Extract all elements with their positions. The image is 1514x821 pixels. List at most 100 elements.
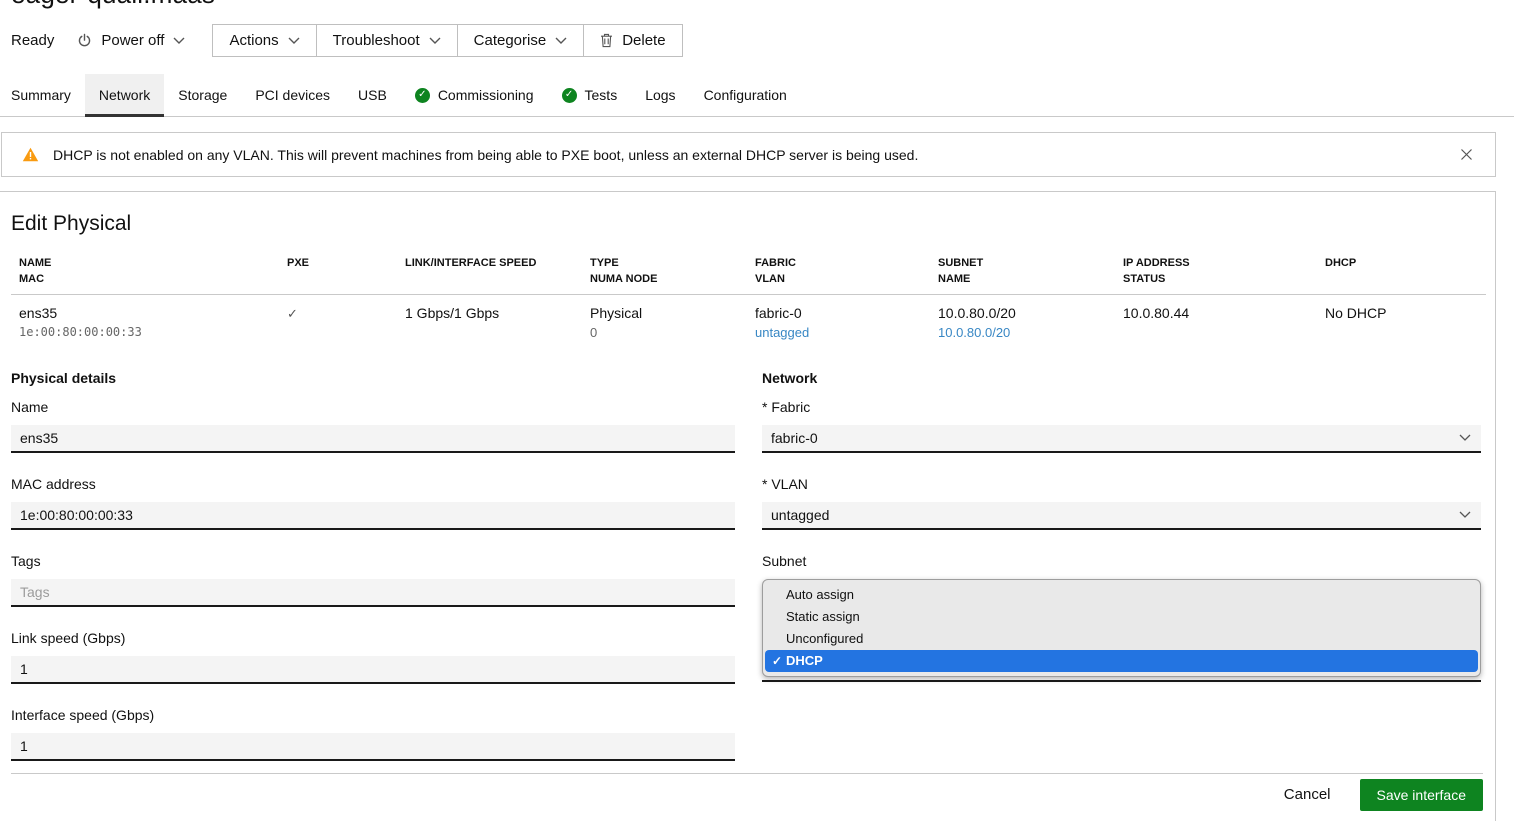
vlan-link[interactable]: untagged (755, 325, 922, 342)
machine-tabs: Summary Network Storage PCI devices USB … (0, 74, 1514, 117)
subnet-dropdown-popup: Auto assign Static assign Unconfigured ✓… (762, 579, 1481, 677)
tab-label: Logs (645, 87, 675, 103)
fabric-select[interactable]: fabric-0 (762, 425, 1481, 453)
subnet-select-underline (762, 680, 1481, 682)
table-header-row: NAMEMAC PXE LINK/INTERFACE SPEED TYPENUM… (11, 256, 1486, 294)
cell-ip: 10.0.80.44 (1115, 294, 1317, 352)
categorise-label: Categorise (474, 32, 547, 49)
link-speed-input[interactable] (11, 656, 735, 684)
machine-actions-group: Actions Troubleshoot Categorise Delete (212, 24, 682, 57)
chevron-down-icon (173, 37, 185, 44)
cell-subnet: 10.0.80.0/20 10.0.80.0/20 (930, 294, 1115, 352)
fabric-value: fabric-0 (771, 430, 818, 446)
machine-action-row: Ready Power off Actions Troubleshoot Cat… (11, 23, 1514, 57)
form-footer: Cancel Save interface (11, 773, 1483, 811)
actions-label: Actions (229, 32, 278, 49)
table-row: ens35 1e:00:80:00:00:33 ✓ 1 Gbps/1 Gbps … (11, 294, 1486, 352)
subnet-link[interactable]: 10.0.80.0/20 (938, 325, 1107, 342)
tab-label: Configuration (704, 87, 787, 103)
tab-usb[interactable]: USB (344, 74, 401, 117)
subnet-option-unconfigured[interactable]: Unconfigured (763, 628, 1480, 650)
power-menu-button[interactable]: Power off (77, 32, 185, 49)
power-label: Power off (101, 32, 164, 49)
name-input[interactable] (11, 425, 735, 453)
save-interface-button[interactable]: Save interface (1360, 779, 1484, 811)
tab-network[interactable]: Network (85, 74, 164, 117)
machine-status: Ready (11, 32, 54, 49)
cell-fabric-vlan: fabric-0 untagged (747, 294, 930, 352)
option-label: DHCP (786, 653, 823, 668)
chevron-down-icon (555, 37, 567, 44)
option-label: Auto assign (786, 587, 854, 602)
categorise-menu-button[interactable]: Categorise (457, 25, 584, 56)
trash-icon (600, 33, 613, 48)
tab-label: Storage (178, 87, 227, 103)
selected-check-icon: ✓ (772, 654, 782, 668)
chevron-down-icon (1459, 434, 1471, 441)
subnet-option-auto-assign[interactable]: Auto assign (763, 584, 1480, 606)
page-header: eager-quail.maas (0, 0, 1514, 10)
tab-storage[interactable]: Storage (164, 74, 241, 117)
tab-tests[interactable]: ✓ Tests (548, 74, 632, 117)
tab-label: Tests (585, 87, 618, 103)
iface-name: ens35 (19, 304, 271, 322)
actions-menu-button[interactable]: Actions (213, 25, 315, 56)
close-icon[interactable] (1458, 146, 1475, 163)
subnet-option-dhcp[interactable]: ✓ DHCP (765, 650, 1478, 672)
tab-label: PCI devices (255, 87, 330, 103)
cell-type-numa: Physical 0 (582, 294, 747, 352)
cancel-button[interactable]: Cancel (1266, 780, 1349, 809)
col-dhcp: DHCP (1317, 256, 1486, 294)
link-speed-label: Link speed (Gbps) (11, 630, 735, 647)
cell-speed: 1 Gbps/1 Gbps (397, 294, 582, 352)
col-ip-status: IP ADDRESSSTATUS (1115, 256, 1317, 294)
panel-title: Edit Physical (11, 212, 1495, 236)
subnet-option-static-assign[interactable]: Static assign (763, 606, 1480, 628)
tags-field: Tags (11, 553, 735, 607)
col-subnet-name: SUBNETNAME (930, 256, 1115, 294)
mac-label: MAC address (11, 476, 735, 493)
link-speed-field: Link speed (Gbps) (11, 630, 735, 684)
col-speed: LINK/INTERFACE SPEED (397, 256, 582, 294)
option-label: Unconfigured (786, 631, 863, 646)
subnet-label: Subnet (762, 553, 1481, 570)
interface-speed-label: Interface speed (Gbps) (11, 707, 735, 724)
warning-message: DHCP is not enabled on any VLAN. This wi… (53, 147, 918, 163)
interface-speed-field: Interface speed (Gbps) (11, 707, 735, 761)
col-pxe: PXE (279, 256, 397, 294)
delete-button[interactable]: Delete (583, 25, 681, 56)
tab-label: Summary (11, 87, 71, 103)
vlan-field: * VLAN untagged (762, 476, 1481, 530)
pxe-check-icon: ✓ (287, 306, 298, 321)
cell-name-mac: ens35 1e:00:80:00:00:33 (11, 294, 279, 352)
vlan-select[interactable]: untagged (762, 502, 1481, 530)
chevron-down-icon (288, 37, 300, 44)
tab-commissioning[interactable]: ✓ Commissioning (401, 74, 548, 117)
interface-speed-input[interactable] (11, 733, 735, 761)
tab-configuration[interactable]: Configuration (690, 74, 801, 117)
tab-logs[interactable]: Logs (631, 74, 689, 117)
tags-input[interactable] (11, 579, 735, 607)
cell-pxe: ✓ (279, 294, 397, 352)
chevron-down-icon (1459, 511, 1471, 518)
col-name-mac: NAMEMAC (11, 256, 279, 294)
vlan-label: * VLAN (762, 476, 1481, 493)
tags-label: Tags (11, 553, 735, 570)
success-check-icon: ✓ (562, 88, 577, 103)
success-check-icon: ✓ (415, 88, 430, 103)
tab-summary[interactable]: Summary (11, 74, 85, 117)
machine-title: eager-quail.maas (11, 0, 215, 10)
mac-input[interactable] (11, 502, 735, 530)
interface-table: NAMEMAC PXE LINK/INTERFACE SPEED TYPENUM… (11, 256, 1486, 352)
fabric-field: * Fabric fabric-0 (762, 399, 1481, 453)
iface-mac: 1e:00:80:00:00:33 (19, 325, 271, 341)
col-fabric-vlan: FABRICVLAN (747, 256, 930, 294)
tab-pci-devices[interactable]: PCI devices (241, 74, 344, 117)
option-label: Static assign (786, 609, 860, 624)
warning-icon (22, 147, 39, 162)
col-type-numa: TYPENUMA NODE (582, 256, 747, 294)
troubleshoot-menu-button[interactable]: Troubleshoot (316, 25, 457, 56)
edit-form: Physical details Name MAC address Tags L… (11, 370, 1484, 761)
physical-details-heading: Physical details (11, 370, 735, 387)
chevron-down-icon (429, 37, 441, 44)
